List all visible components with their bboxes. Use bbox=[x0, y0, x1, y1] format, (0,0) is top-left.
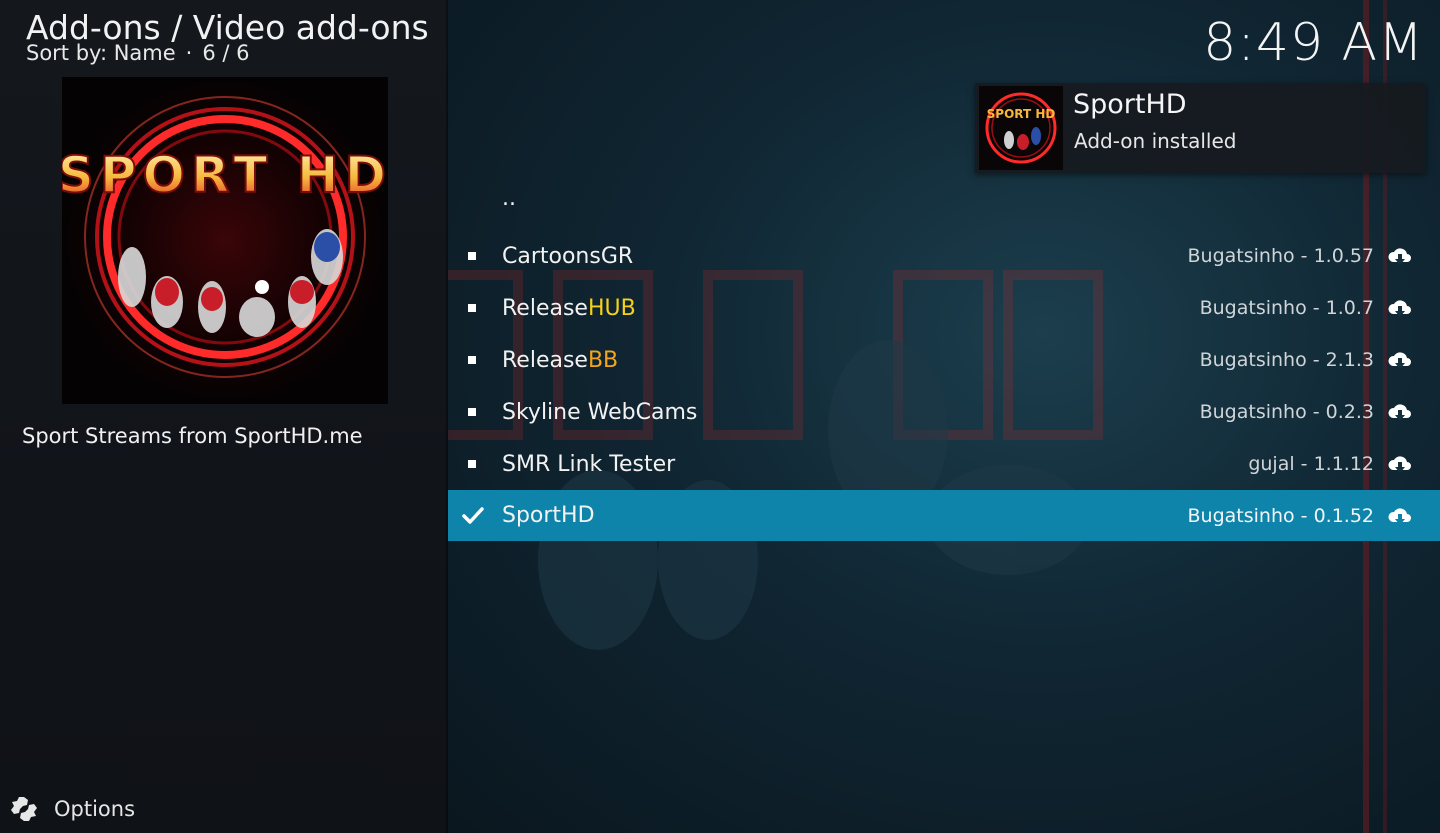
cloud-download-icon bbox=[1388, 507, 1411, 525]
clock: 8:49 AM bbox=[1203, 13, 1424, 73]
cloud-download-icon bbox=[1388, 248, 1411, 265]
sort-separator: · bbox=[185, 41, 193, 65]
notification-title: SportHD bbox=[1073, 89, 1187, 120]
item-count: 6 / 6 bbox=[202, 41, 250, 65]
checkmark-icon bbox=[462, 507, 484, 524]
options-button[interactable]: Options bbox=[10, 793, 135, 825]
parent-folder-label: .. bbox=[502, 186, 516, 211]
addon-list: .. CartoonsGR Bugatsinho - 1.0.57 Releas… bbox=[448, 176, 1440, 541]
item-author-version: Bugatsinho - 1.0.7 bbox=[1199, 297, 1374, 319]
list-item-skyline-webcams[interactable]: Skyline WebCams Bugatsinho - 0.2.3 bbox=[448, 386, 1440, 438]
info-panel: Add-ons / Video add-ons Sort by: Name · 6 … bbox=[0, 0, 448, 833]
options-gear-icon bbox=[11, 797, 37, 821]
bullet-icon bbox=[468, 252, 476, 260]
kodi-addon-browser: Add-ons / Video add-ons Sort by: Name · 6 … bbox=[0, 0, 1440, 833]
item-name: ReleaseBB bbox=[502, 347, 619, 373]
item-name: ReleaseHUB bbox=[502, 295, 636, 321]
notification-toast: SPORT HD SportHD Add-on installed bbox=[975, 83, 1426, 173]
item-author-version: Bugatsinho - 0.1.52 bbox=[1187, 504, 1374, 527]
bullet-icon bbox=[468, 356, 476, 364]
list-item-releasebb[interactable]: ReleaseBB Bugatsinho - 2.1.3 bbox=[448, 334, 1440, 386]
addon-thumbnail: SPORT HD bbox=[62, 77, 388, 404]
parent-folder-item[interactable]: .. bbox=[448, 176, 1440, 230]
list-item-sporthd[interactable]: SportHD Bugatsinho - 0.1.52 bbox=[448, 490, 1440, 541]
item-author-version: Bugatsinho - 2.1.3 bbox=[1199, 349, 1374, 371]
cloud-download-icon bbox=[1388, 456, 1411, 473]
item-name: SportHD bbox=[502, 503, 595, 528]
cloud-download-icon bbox=[1388, 352, 1411, 369]
svg-text:SPORT HD: SPORT HD bbox=[62, 146, 388, 204]
cloud-download-icon bbox=[1388, 404, 1411, 421]
options-label: Options bbox=[54, 797, 136, 821]
bullet-icon bbox=[468, 304, 476, 312]
sporthd-logo-image: SPORT HD bbox=[62, 77, 388, 404]
item-author-version: gujal - 1.1.12 bbox=[1248, 453, 1374, 475]
bullet-icon bbox=[468, 408, 476, 416]
addon-description: Sport Streams from SportHD.me bbox=[22, 424, 363, 448]
item-author-version: Bugatsinho - 0.2.3 bbox=[1199, 401, 1374, 423]
sort-label[interactable]: Sort by: Name bbox=[26, 41, 176, 65]
sporthd-logo-icon: SPORT HD bbox=[979, 86, 1063, 170]
item-author-version: Bugatsinho - 1.0.57 bbox=[1187, 245, 1374, 267]
notification-message: Add-on installed bbox=[1074, 129, 1237, 153]
cloud-download-icon bbox=[1388, 300, 1411, 317]
item-name: SMR Link Tester bbox=[502, 451, 676, 477]
sort-info: Sort by: Name · 6 / 6 bbox=[26, 40, 250, 66]
svg-text:SPORT HD: SPORT HD bbox=[987, 107, 1056, 121]
item-name: Skyline WebCams bbox=[502, 399, 698, 425]
bullet-icon bbox=[468, 460, 476, 468]
item-name: CartoonsGR bbox=[502, 243, 634, 269]
list-item-releasehub[interactable]: ReleaseHUB Bugatsinho - 1.0.7 bbox=[448, 282, 1440, 334]
list-item-cartoonsgr[interactable]: CartoonsGR Bugatsinho - 1.0.57 bbox=[448, 230, 1440, 282]
list-item-smr-link-tester[interactable]: SMR Link Tester gujal - 1.1.12 bbox=[448, 438, 1440, 490]
